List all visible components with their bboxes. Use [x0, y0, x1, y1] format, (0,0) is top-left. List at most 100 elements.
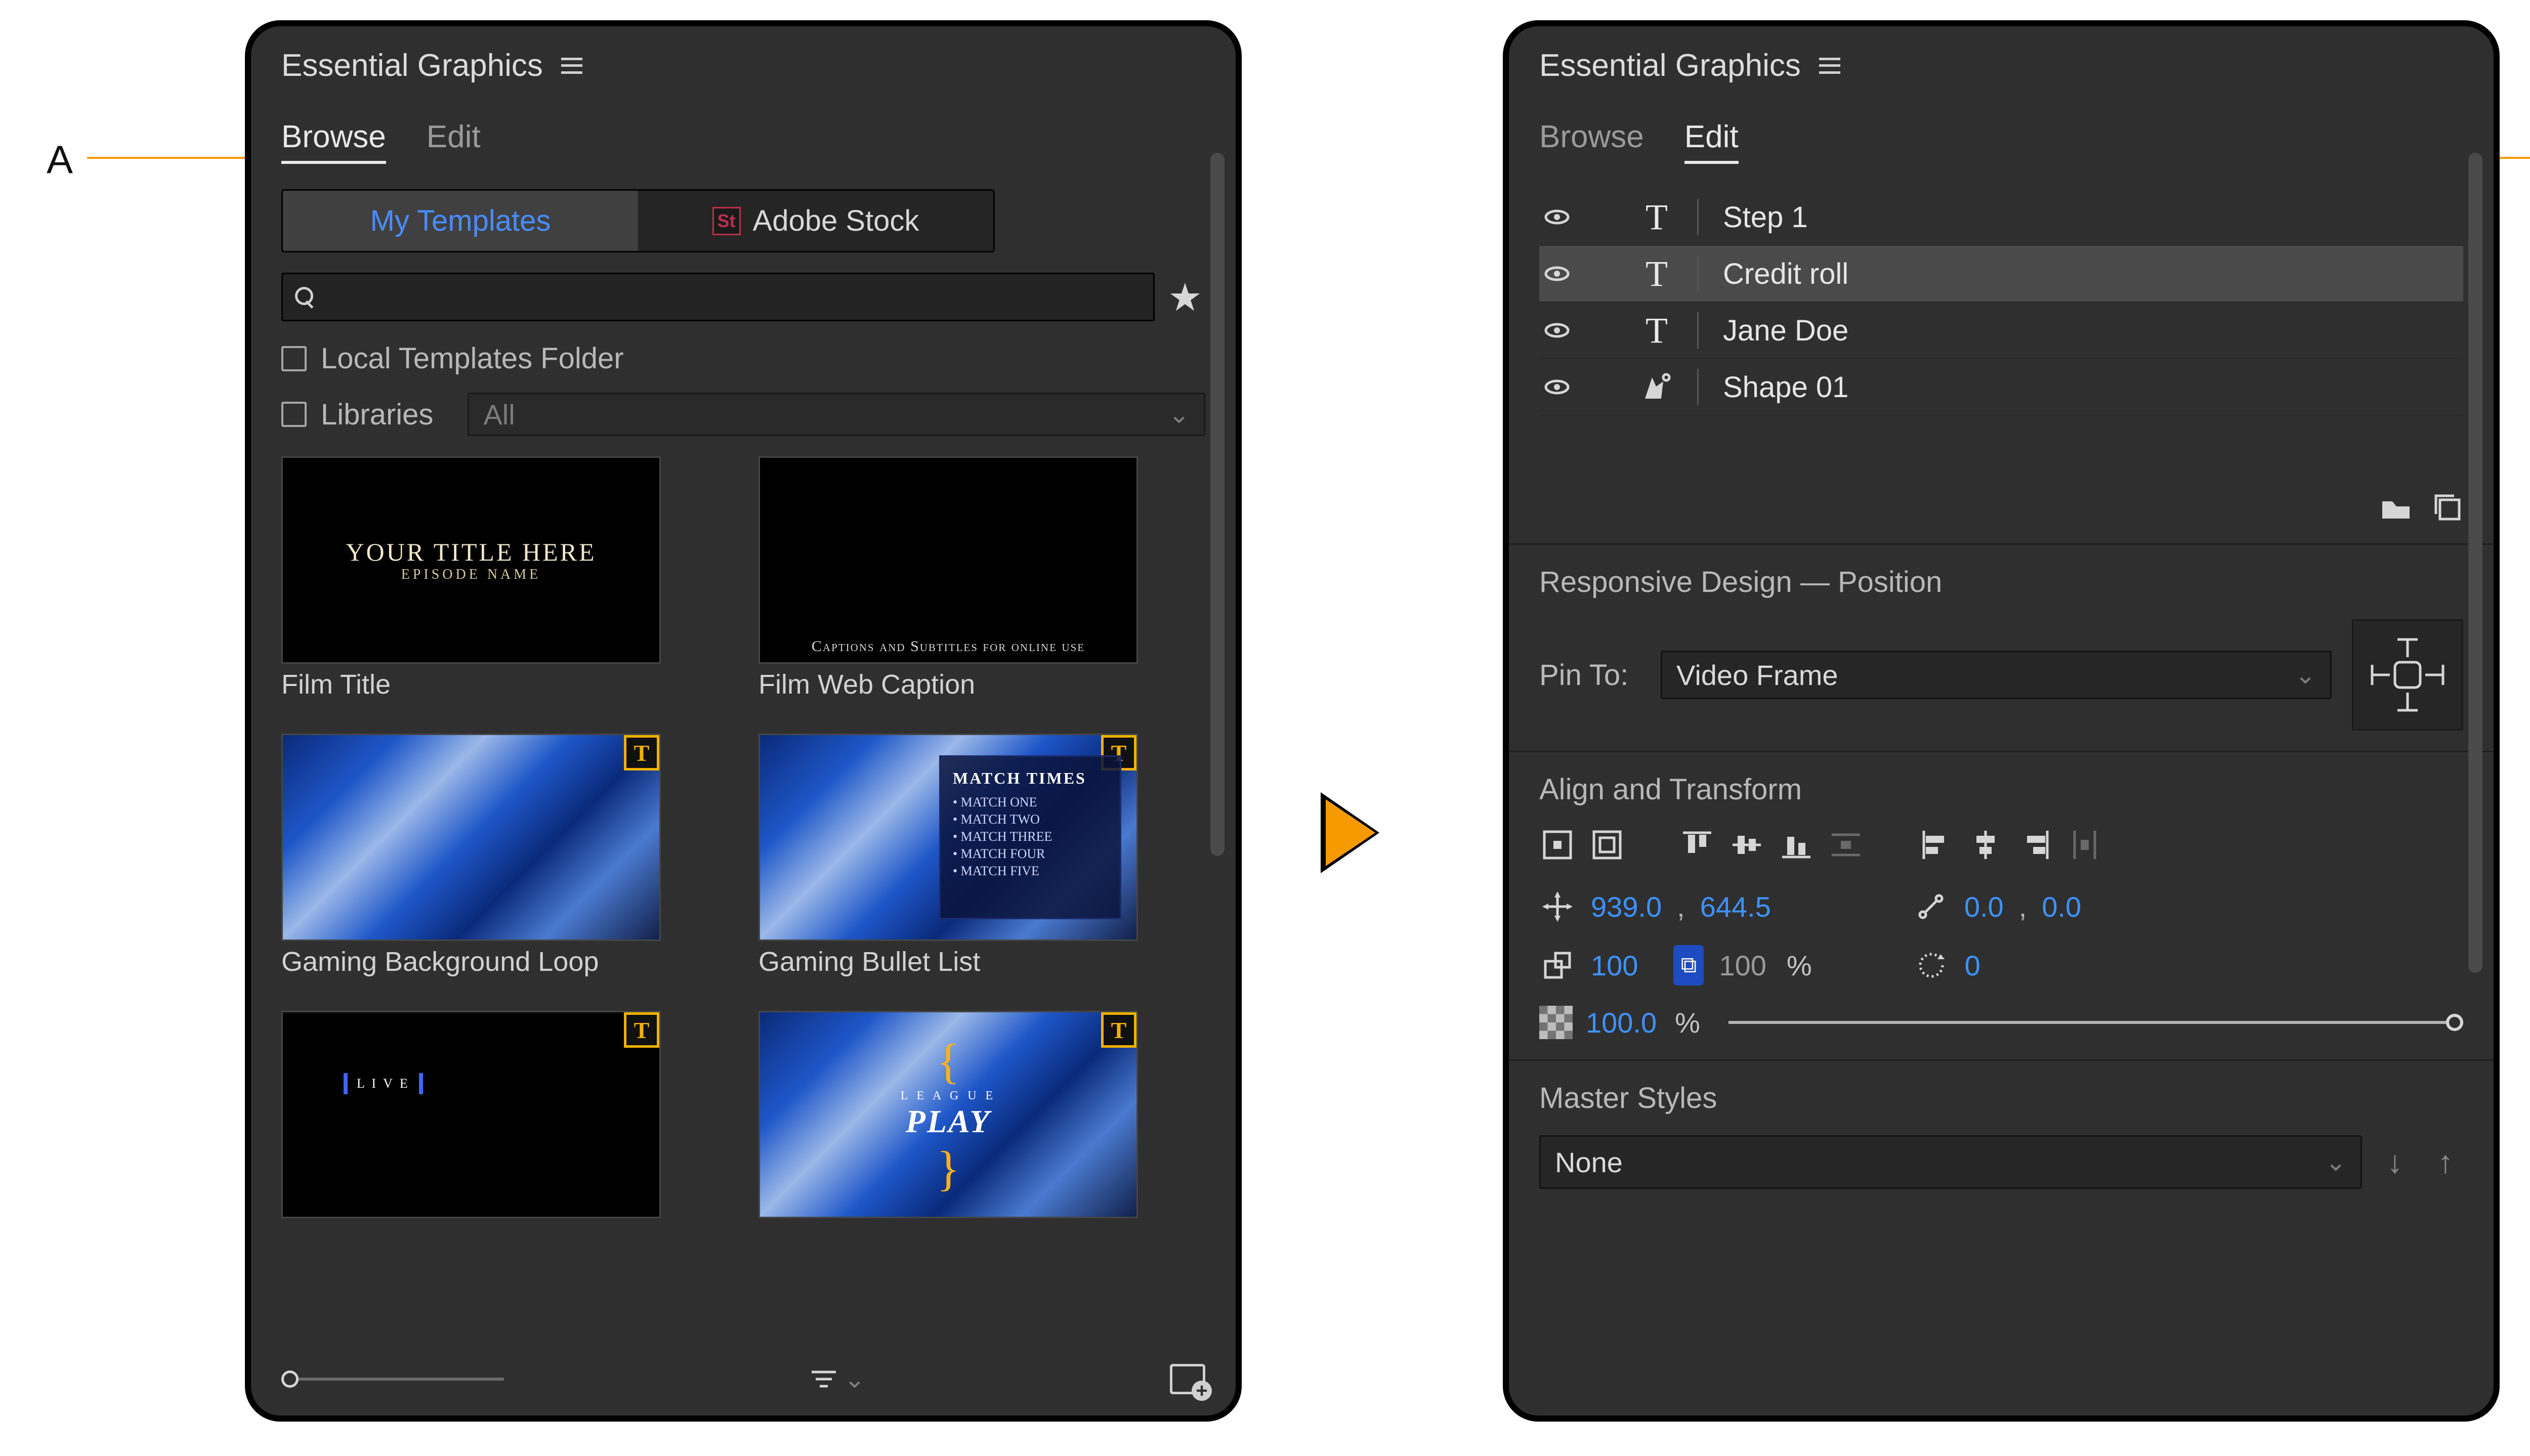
- pin-edges-widget[interactable]: [2352, 619, 2463, 731]
- layer-name: Jane Doe: [1697, 312, 1848, 349]
- libraries-filter-select[interactable]: All ⌄: [468, 393, 1205, 436]
- layer-row[interactable]: T Step 1: [1539, 189, 2463, 246]
- favorites-star-icon[interactable]: ★: [1165, 277, 1205, 317]
- subtab-my-templates[interactable]: My Templates: [283, 191, 638, 251]
- template-thumb-gaming-bg-loop[interactable]: T: [281, 734, 661, 941]
- template-label: Gaming Bullet List: [758, 946, 1138, 977]
- chevron-down-icon: ⌄: [2295, 660, 2316, 690]
- layer-name: Shape 01: [1697, 369, 1848, 405]
- distribute-horizontal-icon[interactable]: [2067, 827, 2103, 863]
- new-item-icon[interactable]: [1170, 1364, 1205, 1394]
- layer-type-shape-icon: [1631, 371, 1682, 403]
- sort-menu-icon[interactable]: ⌄: [809, 1364, 865, 1394]
- template-label: Film Title: [281, 669, 661, 700]
- pin-to-select[interactable]: Video Frame ⌄: [1661, 651, 2332, 699]
- callout-a-letter: A: [47, 137, 73, 183]
- push-style-down-icon[interactable]: ↓: [2377, 1144, 2413, 1180]
- align-center-in-parent-icon[interactable]: [1539, 827, 1576, 863]
- thumb-bullet-panel: MATCH TIMES • MATCH ONE • MATCH TWO • MA…: [939, 755, 1121, 919]
- search-input[interactable]: [281, 273, 1155, 321]
- layer-row[interactable]: T Jane Doe: [1539, 303, 2463, 359]
- visibility-eye-icon[interactable]: [1539, 379, 1575, 395]
- thumb-text: YOUR TITLE HERE: [346, 537, 596, 567]
- opacity-slider[interactable]: [1728, 1021, 2463, 1024]
- chevron-down-icon: ⌄: [844, 1364, 865, 1394]
- thumbnail-size-slider[interactable]: [281, 1378, 504, 1381]
- layer-type-text-icon: T: [1631, 253, 1682, 295]
- align-top-icon[interactable]: [1679, 827, 1715, 863]
- scale-h-value[interactable]: 100: [1719, 949, 1766, 982]
- tab-edit[interactable]: Edit: [427, 119, 481, 164]
- align-vertical-center-icon[interactable]: [1728, 827, 1765, 863]
- visibility-eye-icon[interactable]: [1539, 266, 1575, 282]
- libraries-filter-value: All: [483, 398, 515, 431]
- section-title-align: Align and Transform: [1539, 773, 2463, 806]
- push-style-up-icon[interactable]: ↑: [2428, 1144, 2463, 1180]
- scrollbar[interactable]: [1210, 143, 1225, 1314]
- layers-list: T Step 1 T Credit roll T: [1539, 189, 2463, 416]
- position-x-value[interactable]: 939.0: [1591, 890, 1662, 923]
- checkbox-local-templates-label: Local Templates Folder: [321, 341, 624, 375]
- checkbox-libraries[interactable]: [281, 402, 307, 427]
- master-style-select[interactable]: None ⌄: [1539, 1135, 2362, 1189]
- layer-row[interactable]: Shape 01: [1539, 359, 2463, 416]
- anchor-y-value[interactable]: 0.0: [2042, 890, 2081, 923]
- rotation-value[interactable]: 0: [1965, 949, 1980, 982]
- scrollbar[interactable]: [2468, 143, 2482, 1314]
- mogrt-badge-icon: T: [624, 735, 659, 770]
- panel-menu-icon[interactable]: [561, 58, 582, 74]
- distribute-vertical-icon[interactable]: [1828, 827, 1864, 863]
- template-thumb-gaming-bullet-list[interactable]: T MATCH TIMES • MATCH ONE • MATCH TWO • …: [758, 734, 1138, 941]
- panel-menu-icon[interactable]: [1819, 58, 1840, 74]
- tab-browse[interactable]: Browse: [281, 119, 386, 164]
- opacity-value[interactable]: 100.0: [1586, 1006, 1657, 1039]
- layer-name: Step 1: [1697, 199, 1808, 235]
- anchor-x-value[interactable]: 0.0: [1964, 890, 2004, 923]
- panel-title: Essential Graphics: [281, 48, 543, 83]
- mogrt-badge-icon: T: [1101, 1012, 1136, 1048]
- subtab-adobe-stock-label: Adobe Stock: [753, 204, 919, 238]
- layer-type-text-icon: T: [1631, 310, 1682, 352]
- chevron-down-icon: ⌄: [1168, 400, 1190, 429]
- subtab-adobe-stock[interactable]: St Adobe Stock: [638, 191, 993, 251]
- thumb-text: Captions and Subtitles for online use: [760, 638, 1136, 655]
- template-label: Gaming Background Loop: [281, 946, 661, 977]
- align-bottom-icon[interactable]: [1778, 827, 1815, 863]
- position-icon: [1539, 888, 1576, 925]
- link-scale-icon[interactable]: ⧉: [1673, 945, 1704, 986]
- layer-name: Credit roll: [1697, 255, 1848, 292]
- checkbox-libraries-label: Libraries: [321, 398, 433, 432]
- align-right-icon[interactable]: [2017, 827, 2053, 863]
- tab-edit[interactable]: Edit: [1684, 119, 1739, 164]
- mogrt-badge-icon: T: [624, 1012, 659, 1048]
- master-style-value: None: [1555, 1146, 1623, 1179]
- new-layer-icon[interactable]: [2432, 492, 2463, 523]
- template-thumb-film-web-caption[interactable]: Captions and Subtitles for online use: [758, 456, 1138, 664]
- layer-type-text-icon: T: [1631, 196, 1682, 238]
- opacity-unit: %: [1675, 1006, 1700, 1039]
- template-label: Film Web Caption: [758, 669, 1138, 700]
- panel-title: Essential Graphics: [1539, 48, 1801, 83]
- position-y-value[interactable]: 644.5: [1700, 890, 1771, 923]
- pin-to-label: Pin To:: [1539, 658, 1640, 692]
- template-thumb-league-play[interactable]: T { L E A G U E PLAY }: [758, 1011, 1138, 1218]
- layer-row[interactable]: T Credit roll: [1539, 246, 2463, 303]
- essential-graphics-edit-panel: Essential Graphics Browse Edit T Step 1: [1503, 20, 2500, 1422]
- visibility-eye-icon[interactable]: [1539, 209, 1575, 225]
- opacity-icon: [1539, 1006, 1573, 1039]
- visibility-eye-icon[interactable]: [1539, 322, 1575, 338]
- scale-w-value[interactable]: 100: [1591, 949, 1638, 982]
- thumb-text: EPISODE NAME: [346, 567, 596, 583]
- template-thumb-film-title[interactable]: YOUR TITLE HERE EPISODE NAME: [281, 456, 661, 664]
- anchor-point-icon: [1913, 888, 1949, 925]
- thumb-text: L I V E: [344, 1073, 423, 1094]
- tab-browse[interactable]: Browse: [1539, 119, 1644, 164]
- align-safe-margins-icon[interactable]: [1589, 827, 1625, 863]
- align-left-icon[interactable]: [1918, 827, 1954, 863]
- scale-icon: [1539, 947, 1576, 983]
- scale-unit: %: [1787, 949, 1812, 982]
- template-thumb-live[interactable]: T L I V E: [281, 1011, 661, 1218]
- new-group-icon[interactable]: [2380, 492, 2412, 523]
- align-horizontal-center-icon[interactable]: [1967, 827, 2004, 863]
- checkbox-local-templates[interactable]: [281, 346, 307, 371]
